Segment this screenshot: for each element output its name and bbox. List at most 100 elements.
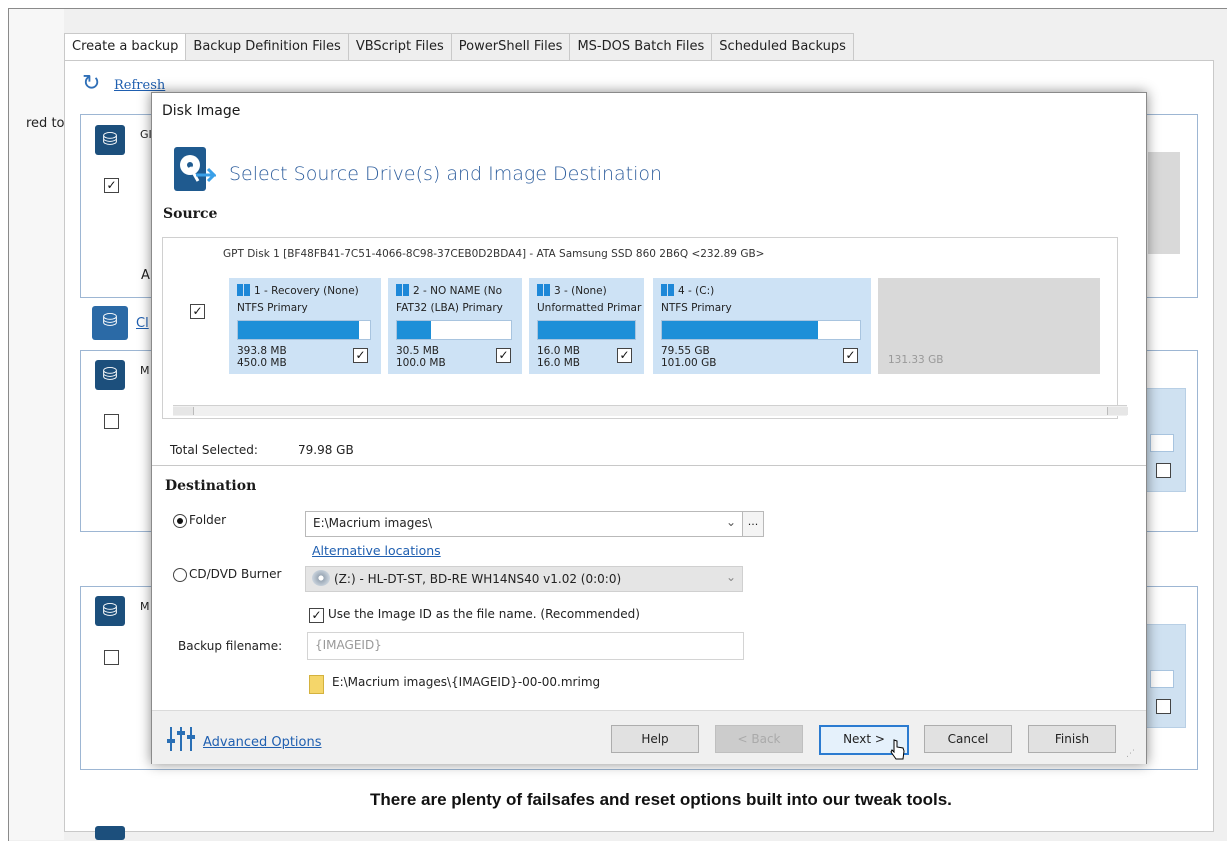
disc-drive-icon (312, 570, 330, 586)
folder-value: E:\Macrium images\ (313, 516, 433, 530)
partition-3-name: 3 - (None) (554, 285, 607, 297)
dialog-footer: Advanced Options Help < Back Next > Canc… (152, 710, 1146, 764)
cd-dvd-value: (Z:) - HL-DT-ST, BD-RE WH14NS40 v1.02 (0… (334, 572, 622, 586)
tab-backup-definition-files[interactable]: Backup Definition Files (186, 33, 349, 61)
disk1-sub: A (141, 268, 150, 283)
partition-3-usage-fill (538, 321, 635, 339)
tab-bar: Create a backup Backup Definition Files … (64, 33, 854, 61)
scroll-left-arrow[interactable] (173, 407, 194, 415)
finish-button[interactable]: Finish (1028, 725, 1116, 753)
dialog-title: Disk Image (162, 103, 241, 119)
cancel-button[interactable]: Cancel (924, 725, 1012, 753)
folder-radio-label: Folder (189, 513, 227, 527)
help-button[interactable]: Help (611, 725, 699, 753)
partition-2-usage-fill (397, 321, 432, 339)
scroll-right-arrow[interactable] (1107, 407, 1128, 415)
partition-2-total: 100.0 MB (396, 357, 446, 369)
unallocated-size: 131.33 GB (888, 354, 944, 366)
partition-1-total: 450.0 MB (237, 357, 287, 369)
path-preview: E:\Macrium images\{IMAGEID}-00-00.mrimg (332, 675, 601, 689)
disk2-label: M (140, 364, 150, 377)
windows-icon (237, 284, 250, 296)
partition-1[interactable]: 1 - Recovery (None) NTFS Primary 393.8 M… (229, 278, 381, 374)
partition-2-fs: FAT32 (LBA) Primary (396, 302, 503, 314)
disk3-part-checkbox[interactable] (1156, 699, 1171, 714)
partition-3-checkbox[interactable]: ✓ (617, 348, 632, 363)
hard-disk-icon: ⛁ (95, 596, 125, 626)
backup-filename-label: Backup filename: (178, 639, 283, 653)
partition-1-fs: NTFS Primary (237, 302, 308, 314)
disk-select-checkbox[interactable]: ✓ (190, 304, 205, 319)
partition-3[interactable]: 3 - (None) Unformatted Primary 16.0 MB 16… (529, 278, 644, 374)
file-icon (309, 675, 324, 694)
source-label: Source (163, 206, 218, 222)
disk-image-icon (174, 147, 216, 191)
advanced-options-link[interactable]: Advanced Options (203, 735, 322, 750)
cd-dvd-combo[interactable]: (Z:) - HL-DT-ST, BD-RE WH14NS40 v1.02 (0… (305, 566, 743, 592)
hard-disk-icon: ⛁ (95, 360, 125, 390)
use-imageid-label: Use the Image ID as the file name. (Reco… (328, 607, 640, 621)
partition-3-fs: Unformatted Primary (537, 302, 642, 314)
total-selected-value: 79.98 GB (298, 443, 354, 457)
horizontal-scrollbar[interactable] (173, 405, 1128, 416)
clone-link[interactable]: Cl (136, 316, 149, 331)
partition-4-usage-fill (662, 321, 819, 339)
folder-combo[interactable]: E:\Macrium images\ ⌄ (305, 511, 743, 537)
partition-3-usage-bar (537, 320, 636, 340)
partition-3-total: 16.0 MB (537, 357, 580, 369)
chevron-down-icon: ⌄ (725, 570, 736, 584)
partition-2-used: 30.5 MB (396, 345, 439, 357)
tab-msdos-batch-files[interactable]: MS-DOS Batch Files (570, 33, 713, 61)
back-button[interactable]: < Back (715, 725, 803, 753)
cd-dvd-radio[interactable] (173, 568, 187, 582)
tab-create-backup[interactable]: Create a backup (64, 33, 187, 61)
use-imageid-checkbox[interactable]: ✓ (309, 608, 324, 623)
partition-4-used: 79.55 GB (661, 345, 710, 357)
partition-1-usage-fill (238, 321, 360, 339)
total-selected-label: Total Selected: (170, 443, 258, 457)
partition-1-checkbox[interactable]: ✓ (353, 348, 368, 363)
destination-label: Destination (165, 478, 257, 494)
partition-4-checkbox[interactable]: ✓ (843, 348, 858, 363)
partition-4[interactable]: 4 - (C:) NTFS Primary 79.55 GB 101.00 GB … (653, 278, 871, 374)
partition-2-checkbox[interactable]: ✓ (496, 348, 511, 363)
disk3-checkbox[interactable] (104, 650, 119, 665)
mouse-cursor-icon (890, 739, 905, 760)
disk3-bar (1150, 670, 1174, 688)
partition-2-name: 2 - NO NAME (No (413, 285, 503, 297)
tab-powershell-files[interactable]: PowerShell Files (451, 33, 571, 61)
refresh-link[interactable]: Refresh (114, 78, 165, 93)
partition-4-usage-bar (661, 320, 861, 340)
partition-4-total: 101.00 GB (661, 357, 717, 369)
dialog-header: Select Source Drive(s) and Image Destina… (229, 163, 663, 185)
backup-filename-value: {IMAGEID} (315, 638, 382, 652)
disk3-label: M (140, 600, 150, 613)
windows-icon (537, 284, 550, 296)
partition-1-name: 1 - Recovery (None) (254, 285, 359, 297)
partition-4-name: 4 - (C:) (678, 285, 715, 297)
alternative-locations-link[interactable]: Alternative locations (312, 543, 441, 558)
chevron-down-icon: ⌄ (725, 515, 736, 529)
tab-vbscript-files[interactable]: VBScript Files (348, 33, 452, 61)
disk2-checkbox[interactable] (104, 414, 119, 429)
disk-image-dialog: Disk Image Select Source Drive(s) and Im… (151, 92, 1147, 764)
clone-disk-icon: ⛁ (92, 306, 128, 340)
tab-scheduled-backups[interactable]: Scheduled Backups (712, 33, 854, 61)
divider (152, 465, 1146, 466)
sliders-icon (167, 727, 195, 751)
resize-grip-icon[interactable]: ⋰ (1126, 749, 1135, 759)
folder-radio[interactable] (173, 514, 187, 528)
unallocated-space: 131.33 GB (878, 278, 1100, 374)
hard-disk-icon (95, 826, 125, 840)
partition-4-fs: NTFS Primary (661, 302, 732, 314)
disk2-bar (1150, 434, 1174, 452)
refresh-icon[interactable]: ↻ (82, 73, 104, 95)
windows-icon (396, 284, 409, 296)
disk1-unalloc (1148, 152, 1180, 254)
disk2-part-checkbox[interactable] (1156, 463, 1171, 478)
browse-button[interactable]: ... (742, 511, 764, 537)
disk1-checkbox[interactable]: ✓ (104, 178, 119, 193)
backup-filename-input[interactable]: {IMAGEID} (307, 632, 744, 660)
partition-2[interactable]: 2 - NO NAME (No FAT32 (LBA) Primary 30.5… (388, 278, 522, 374)
windows-icon (661, 284, 674, 296)
